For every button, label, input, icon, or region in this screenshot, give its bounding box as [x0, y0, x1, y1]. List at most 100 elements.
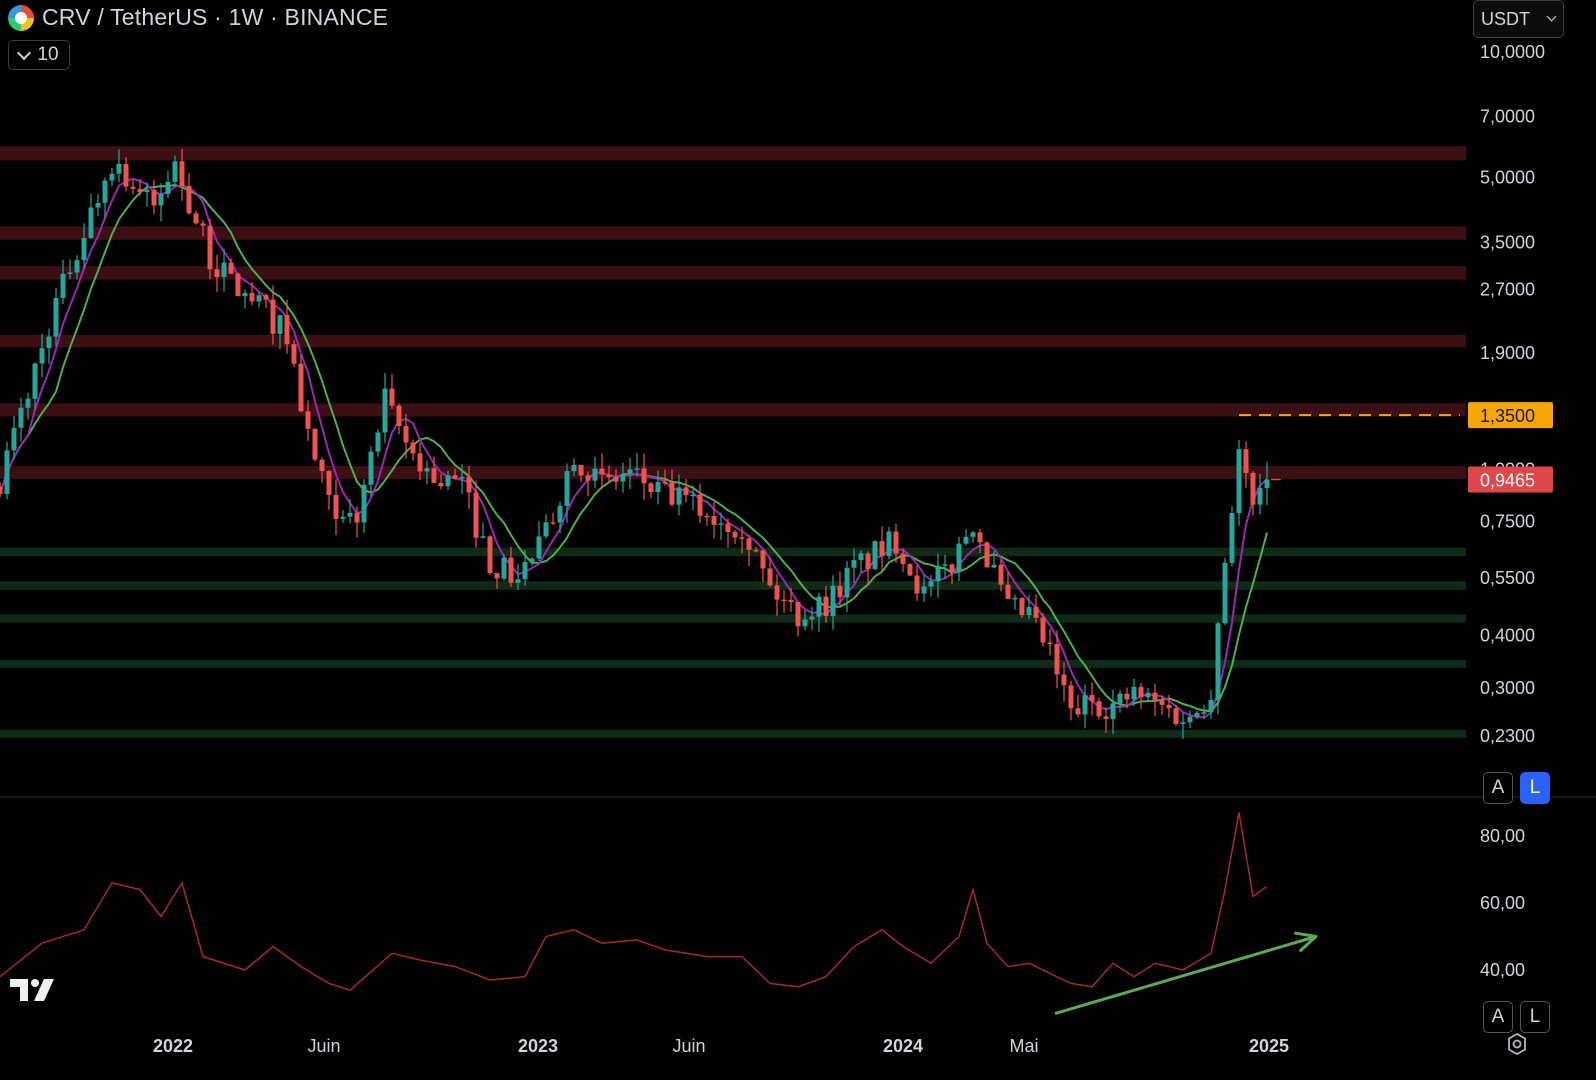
time-axis-tick-label: 2023: [518, 1036, 558, 1056]
candle-body: [984, 542, 990, 568]
moving-average-fast-line: [0, 177, 1268, 719]
candle-body: [704, 515, 710, 518]
candle: [704, 512, 710, 526]
candle-body: [326, 470, 332, 495]
candle-body: [431, 468, 437, 483]
candle-body: [914, 575, 920, 594]
candle-body: [942, 564, 948, 566]
candle: [340, 509, 346, 523]
candle-body: [1103, 716, 1109, 720]
price-axis-tick-label: 1,9000: [1480, 343, 1535, 363]
candle: [1075, 694, 1081, 718]
candle-body: [235, 273, 241, 297]
indicator-auto-scale-button[interactable]: A: [1483, 1001, 1513, 1033]
trend-arrow-line: [1054, 935, 1317, 1015]
settings-icon[interactable]: [1505, 1032, 1529, 1056]
candle-body: [963, 536, 969, 544]
candle-body: [557, 505, 563, 523]
candle-body: [193, 213, 199, 224]
candle-body: [879, 541, 885, 557]
candle-body: [1047, 642, 1053, 645]
candle-body: [753, 549, 759, 552]
candle: [235, 272, 241, 297]
candle-body: [1229, 513, 1235, 563]
candle: [1236, 439, 1242, 526]
candle: [760, 550, 766, 583]
candle: [921, 574, 927, 602]
candle-body: [578, 464, 584, 476]
candle-body: [858, 553, 864, 561]
candle-body: [536, 536, 542, 559]
candle-body: [1033, 607, 1039, 618]
candle: [487, 535, 493, 575]
candle: [529, 557, 535, 566]
candle: [109, 167, 115, 187]
candle: [1138, 682, 1144, 710]
candle-body: [781, 599, 787, 602]
candle-body: [683, 487, 689, 496]
candle-body: [130, 186, 136, 189]
candle-body: [788, 599, 794, 602]
candle-body: [1131, 686, 1137, 700]
candle: [165, 170, 171, 199]
candle-body: [32, 363, 38, 399]
price-log-scale-button[interactable]: L: [1520, 772, 1550, 804]
candle-body: [739, 537, 745, 539]
candle: [1257, 474, 1263, 515]
candle-body: [844, 567, 850, 598]
candle-body: [214, 269, 220, 277]
candle: [536, 521, 542, 561]
candle: [1068, 680, 1074, 721]
candle-body: [599, 468, 605, 475]
candle: [382, 373, 388, 444]
price-axis-tick-label: 5,0000: [1480, 168, 1535, 188]
candle-body: [151, 189, 157, 206]
candle-body: [4, 450, 10, 494]
indicator-collapse-button[interactable]: 10: [8, 40, 70, 70]
candle: [886, 526, 892, 560]
candle: [333, 479, 339, 536]
candle-body: [67, 272, 73, 274]
candle-body: [81, 237, 87, 261]
candle: [249, 282, 255, 306]
price-axis-tick-label: 2,7000: [1480, 279, 1535, 299]
candle-body: [886, 531, 892, 557]
candle-body: [1096, 701, 1102, 717]
candle-body: [921, 586, 927, 594]
candle-body: [1040, 617, 1046, 643]
price-auto-scale-button[interactable]: A: [1483, 772, 1513, 804]
candle: [1096, 697, 1102, 720]
candle-body: [837, 585, 843, 598]
price-axis-tick-label: 0,7500: [1480, 512, 1535, 532]
currency-select[interactable]: USDT: [1473, 0, 1564, 38]
candle-body: [298, 363, 304, 412]
indicator-log-scale-button[interactable]: L: [1520, 1001, 1550, 1033]
chevron-down-icon: [17, 45, 32, 60]
candle: [781, 590, 787, 613]
candle: [123, 157, 129, 192]
candle: [1194, 710, 1200, 720]
candle-body: [956, 543, 962, 572]
candle-body: [620, 474, 626, 482]
candle: [795, 601, 801, 637]
candle-body: [522, 562, 528, 580]
candle-body: [459, 476, 465, 479]
candle-body: [347, 512, 353, 517]
candle-body: [403, 425, 409, 443]
candle-body: [284, 315, 290, 345]
candle-body: [1054, 644, 1060, 675]
candle-body: [606, 474, 612, 478]
candle-body: [1145, 692, 1151, 698]
chart-canvas[interactable]: 10,00007,00005,00003,50002,70001,90001,0…: [0, 0, 1596, 1080]
candle-body: [1208, 700, 1214, 713]
candle: [949, 563, 955, 585]
candle-body: [1138, 686, 1144, 698]
candle-body: [1082, 695, 1088, 715]
candle-body: [592, 468, 598, 481]
candle-body: [1257, 487, 1263, 505]
candle-body: [53, 297, 59, 337]
candle-body: [158, 193, 164, 206]
candle: [88, 193, 94, 239]
symbol-title[interactable]: CRV / TetherUS · 1W · BINANCE: [42, 4, 388, 31]
candle-body: [424, 468, 430, 472]
